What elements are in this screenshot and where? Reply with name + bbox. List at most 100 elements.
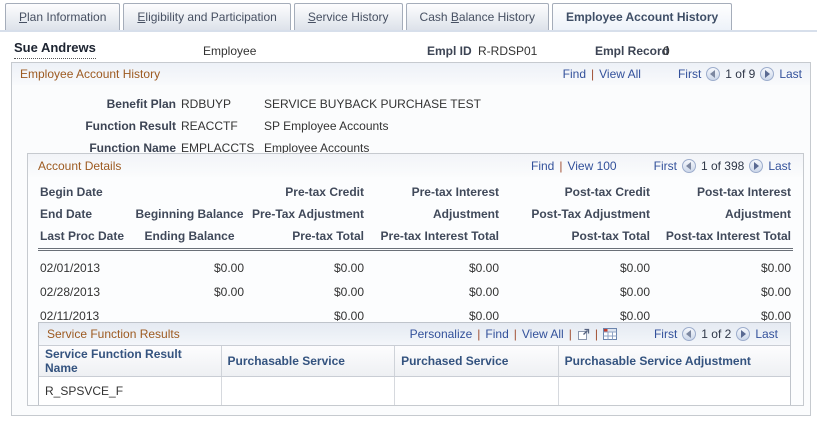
table-row: R_SPSVCE_F (39, 377, 790, 405)
column-header: Pre-tax Interest Total (380, 229, 499, 243)
tab-label-part: lan Information (27, 10, 107, 24)
find-link[interactable]: Find (531, 159, 554, 173)
pretax-cell: $0.00 (333, 261, 364, 275)
balance-cell: $0.00 (213, 285, 244, 299)
tab-plan-information[interactable]: Plan Information (5, 3, 121, 30)
section-title: Employee Account History (20, 67, 161, 81)
tab-label: Cash Balance History (420, 10, 535, 24)
tab-label-part: Cash (419, 10, 451, 24)
row-counter: 1 of 9 (725, 67, 756, 81)
column-header: Pre-tax Total (292, 229, 364, 243)
employee-account-history-box: Employee Account History Find | View All… (11, 62, 811, 416)
column-header: Post-tax Interest Total (665, 229, 791, 243)
account-details-box: Account Details Find | View 100 First 1 … (27, 153, 804, 406)
header-divider (38, 248, 793, 251)
column-header: Pre-tax Interest (411, 185, 499, 199)
employee-name-link[interactable]: Sue Andrews (14, 40, 96, 59)
header-line-2: End Date Beginning Balance Pre-Tax Adjus… (40, 203, 791, 225)
last-link[interactable]: Last (768, 159, 791, 173)
account-details-pager: First 1 of 398 Last (654, 158, 791, 173)
prev-arrow-button[interactable] (706, 67, 721, 81)
benefit-plan-label: Benefit Plan (106, 97, 176, 111)
function-result-label: Function Result (85, 119, 176, 133)
service-function-results-grid: Service Function Results Personalize | F… (38, 322, 791, 405)
zoom-popup-icon[interactable] (577, 328, 590, 341)
tab-hotkey: B (450, 10, 459, 24)
pipe-separator: | (513, 327, 517, 341)
eah-bar-links: Find | View All First 1 of 9 Last (563, 67, 802, 81)
next-arrow-icon (754, 161, 760, 170)
column-header-purchased-service[interactable]: Purchased Service (395, 346, 559, 376)
view-all-link[interactable]: View All (599, 67, 641, 81)
next-arrow-button[interactable] (736, 327, 751, 341)
pipe-separator: | (477, 327, 481, 341)
pipe-separator: | (591, 67, 595, 81)
header-line-1: Begin Date Pre-tax Credit Pre-tax Intere… (40, 181, 791, 203)
first-link[interactable]: First (678, 67, 701, 81)
table-row: 02/01/2013 $0.00 $0.00 $0.00 $0.00 $0.00 (40, 256, 791, 280)
pretax-interest-cell: $0.00 (468, 285, 499, 299)
empl-record-label: Empl Record (595, 44, 670, 58)
pretax-cell: $0.00 (333, 285, 364, 299)
next-arrow-button[interactable] (760, 67, 775, 81)
tab-label: Employee Account History (566, 10, 718, 24)
tab-hotkey: S (307, 10, 316, 24)
column-header: Pre-Tax Adjustment (251, 207, 364, 221)
last-link[interactable]: Last (779, 67, 802, 81)
pipe-separator: | (568, 327, 572, 341)
purchased-service-cell (395, 377, 559, 405)
tab-service-history[interactable]: Service History (293, 3, 403, 30)
service-function-result-name-cell: R_SPSVCE_F (39, 377, 222, 405)
prev-arrow-button[interactable] (681, 158, 696, 173)
tab-label-part: ervice History (315, 10, 389, 24)
column-header: Adjustment (725, 207, 791, 221)
view-all-link[interactable]: View All (522, 327, 564, 341)
prev-arrow-icon (710, 70, 716, 78)
column-header-purchasable-service-adjustment[interactable]: Purchasable Service Adjustment (559, 346, 790, 376)
section-title: Service Function Results (47, 327, 180, 341)
employee-type-label: Employee (203, 44, 257, 58)
tab-label: Eligibility and Participation (137, 10, 276, 24)
first-link[interactable]: First (654, 327, 677, 341)
view-100-link[interactable]: View 100 (567, 159, 616, 173)
tab-cash-balance-history[interactable]: Cash Balance History (405, 3, 549, 30)
row-counter: 1 of 2 (701, 327, 732, 341)
grid-column-headers: Service Function Result Name Purchasable… (39, 346, 790, 377)
tab-label-part: ligibility and Participation (145, 10, 277, 24)
last-link[interactable]: Last (755, 327, 778, 341)
tab-employee-account-history[interactable]: Employee Account History (551, 3, 733, 30)
find-link[interactable]: Find (563, 67, 586, 81)
service-function-results-header: Service Function Results Personalize | F… (39, 323, 790, 346)
download-grid-icon[interactable] (602, 328, 617, 340)
next-arrow-icon (765, 70, 771, 78)
column-header-purchasable-service[interactable]: Purchasable Service (222, 346, 396, 376)
next-arrow-button[interactable] (749, 158, 764, 173)
find-link[interactable]: Find (485, 327, 508, 341)
section-title: Account Details (38, 158, 122, 173)
pipe-separator: | (594, 327, 598, 341)
column-header: Post-tax Credit (564, 185, 650, 199)
table-row: 02/28/2013 $0.00 $0.00 $0.00 $0.00 $0.00 (40, 280, 791, 304)
tab-label: Plan Information (19, 10, 106, 24)
tab-eligibility-and-participation[interactable]: Eligibility and Participation (123, 3, 291, 30)
account-details-column-headers: Begin Date Pre-tax Credit Pre-tax Intere… (40, 181, 791, 247)
field-row: Function Result REACCTF SP Employee Acco… (12, 115, 481, 137)
column-header: Begin Date (40, 185, 103, 199)
tab-bar: Plan Information Eligibility and Partici… (0, 3, 817, 32)
column-header-service-function-result-name[interactable]: Service Function Result Name (39, 346, 222, 376)
column-header: Beginning Balance (135, 207, 244, 221)
begin-date-cell: 02/01/2013 (40, 261, 101, 275)
benefit-plan-value: RDBUYP (181, 97, 232, 111)
column-header: Ending Balance (144, 229, 235, 243)
pretax-interest-cell: $0.00 (468, 261, 499, 275)
first-link[interactable]: First (654, 159, 677, 173)
posttax-cell: $0.00 (619, 285, 650, 299)
next-arrow-icon (741, 330, 747, 338)
field-row: Benefit Plan RDBUYP SERVICE BUYBACK PURC… (12, 93, 481, 115)
prev-arrow-icon (685, 161, 691, 170)
function-result-value: REACCTF (181, 119, 238, 133)
prev-arrow-button[interactable] (682, 327, 697, 341)
personalize-link[interactable]: Personalize (410, 327, 473, 341)
header-line-3: Last Proc Date Ending Balance Pre-tax To… (40, 225, 791, 247)
account-details-bar-links: Find | View 100 First 1 of 398 Last (531, 158, 791, 173)
